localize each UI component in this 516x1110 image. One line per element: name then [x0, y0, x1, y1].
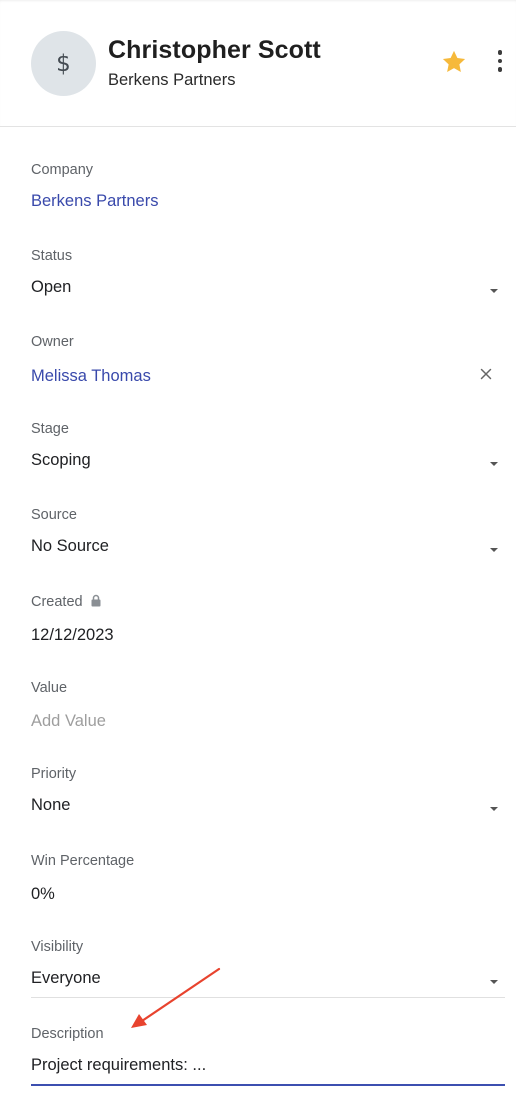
clear-owner-icon[interactable] [479, 367, 493, 381]
status-dropdown-arrow-icon[interactable] [490, 289, 498, 293]
priority-dropdown-arrow-icon[interactable] [490, 807, 498, 811]
record-subtitle: Berkens Partners [108, 71, 236, 89]
created-label: Created [31, 594, 83, 610]
stage-label: Stage [31, 421, 69, 437]
record-title: Christopher Scott [108, 36, 321, 64]
source-value[interactable]: No Source [31, 537, 109, 556]
owner-label: Owner [31, 334, 74, 350]
created-label-wrap: Created [31, 594, 102, 610]
record-header: $ Christopher Scott Berkens Partners [0, 0, 516, 127]
owner-link[interactable]: Melissa Thomas [31, 367, 151, 386]
star-favorite-icon[interactable] [440, 48, 468, 76]
stage-dropdown-arrow-icon[interactable] [490, 462, 498, 466]
company-label: Company [31, 162, 94, 178]
dollar-avatar-icon: $ [31, 31, 96, 96]
visibility-label: Visibility [31, 939, 84, 955]
visibility-dropdown-arrow-icon[interactable] [490, 980, 498, 984]
status-value[interactable]: Open [31, 278, 71, 297]
value-input[interactable]: Add Value [31, 712, 106, 731]
company-link[interactable]: Berkens Partners [31, 192, 158, 211]
opportunity-detail-panel: $ Christopher Scott Berkens Partners Com… [0, 0, 516, 1110]
description-focus-underline [31, 1084, 505, 1086]
created-date: 12/12/2023 [31, 626, 114, 644]
priority-label: Priority [31, 766, 77, 782]
win-percentage-label: Win Percentage [31, 853, 135, 869]
annotation-arrow-icon [131, 967, 221, 1028]
description-input[interactable] [31, 1056, 505, 1075]
win-percentage-value[interactable]: 0% [31, 885, 55, 904]
visibility-divider [31, 997, 505, 998]
priority-value[interactable]: None [31, 796, 70, 815]
visibility-value[interactable]: Everyone [31, 969, 101, 988]
status-label: Status [31, 248, 73, 264]
source-label: Source [31, 507, 77, 523]
value-label: Value [31, 680, 68, 696]
source-dropdown-arrow-icon[interactable] [490, 548, 498, 552]
stage-value[interactable]: Scoping [31, 451, 91, 470]
description-label: Description [31, 1026, 104, 1042]
more-options-icon[interactable] [493, 50, 507, 76]
lock-icon [91, 594, 101, 607]
